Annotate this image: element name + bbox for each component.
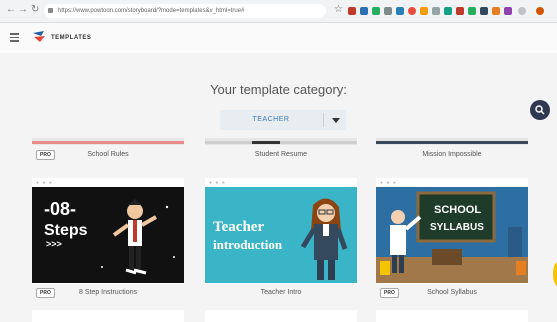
search-icon (535, 105, 545, 115)
thumb-text: introduction (213, 237, 283, 252)
page-title: Your template category: (210, 82, 347, 97)
extension-icon[interactable] (360, 7, 368, 15)
template-caption: Teacher Intro (260, 289, 302, 296)
reload-icon[interactable]: ↻ (31, 4, 39, 15)
search-button[interactable] (530, 100, 550, 120)
template-caption: Student Resume (254, 151, 308, 158)
thumb-text: Steps (44, 222, 88, 239)
extension-icon[interactable] (456, 7, 464, 15)
thumb-text: -08- (44, 199, 76, 219)
card-dots: ● ● ● (36, 180, 53, 186)
extension-icon[interactable] (480, 7, 488, 15)
thumb-strip (252, 141, 280, 144)
powtoon-logo[interactable] (32, 30, 46, 44)
divider (323, 113, 324, 127)
forward-icon[interactable]: → (18, 4, 28, 15)
template-caption: Mission Impossible (422, 151, 482, 158)
thumb-text: SYLLABUS (430, 222, 484, 233)
template-thumbnail: -08- Steps >>> (32, 187, 184, 283)
lock-icon (48, 8, 53, 13)
template-card[interactable] (32, 310, 184, 322)
thumb-text: Teacher (213, 219, 264, 235)
template-card-school-syllabus[interactable]: ● ● ● SCHOOL SYLLABUS (376, 178, 528, 284)
extension-icon[interactable] (420, 7, 428, 15)
template-card[interactable] (205, 310, 357, 322)
template-caption: School Syllabus (427, 289, 477, 296)
template-card[interactable] (376, 310, 528, 322)
chevron-down-icon[interactable] (332, 118, 340, 123)
thumb-strip (32, 141, 184, 144)
extension-icon[interactable] (348, 7, 356, 15)
card-dots: ● ● ● (380, 180, 397, 186)
browser-toolbar: ← → ↻ https://www.powtoon.com/storyboard… (0, 0, 557, 23)
template-thumbnail: SCHOOL SYLLABUS (376, 187, 528, 283)
template-card-teacher-intro[interactable]: ● ● ● Teacher introduction (205, 178, 357, 284)
thumb-strip (205, 141, 357, 144)
extension-icon[interactable] (492, 7, 500, 15)
extension-icon[interactable] (372, 7, 380, 15)
extension-icon[interactable] (444, 7, 452, 15)
category-value: TEACHER (252, 116, 290, 123)
extension-icon[interactable] (518, 7, 526, 15)
address-bar[interactable]: https://www.powtoon.com/storyboard/?mode… (44, 4, 326, 18)
category-dropdown[interactable]: TEACHER (220, 110, 346, 130)
card-dots: ● ● ● (209, 180, 226, 186)
extension-icon[interactable] (384, 7, 392, 15)
template-caption: School Rules (87, 151, 129, 158)
extension-icon[interactable] (504, 7, 512, 15)
brand-label: TEMPLATES (51, 35, 92, 41)
star-icon[interactable]: ☆ (334, 4, 343, 15)
template-thumbnail: Teacher introduction (205, 187, 357, 283)
thumb-text: >>> (46, 239, 62, 249)
template-caption: 8 Step Instructions (79, 289, 137, 296)
extension-icon[interactable] (432, 7, 440, 15)
menu-icon[interactable] (10, 33, 19, 44)
thumb-text: SCHOOL (434, 204, 481, 216)
extension-icon[interactable] (408, 7, 416, 15)
template-card-8-step-instructions[interactable]: ● ● ● -08- Steps >>> (32, 178, 184, 284)
back-icon[interactable]: ← (6, 4, 16, 15)
profile-avatar[interactable] (536, 7, 544, 15)
app-header: TEMPLATES (0, 23, 557, 53)
extension-icon[interactable] (468, 7, 476, 15)
extension-icon[interactable] (396, 7, 404, 15)
help-button[interactable] (553, 262, 557, 286)
thumb-strip (376, 141, 528, 144)
